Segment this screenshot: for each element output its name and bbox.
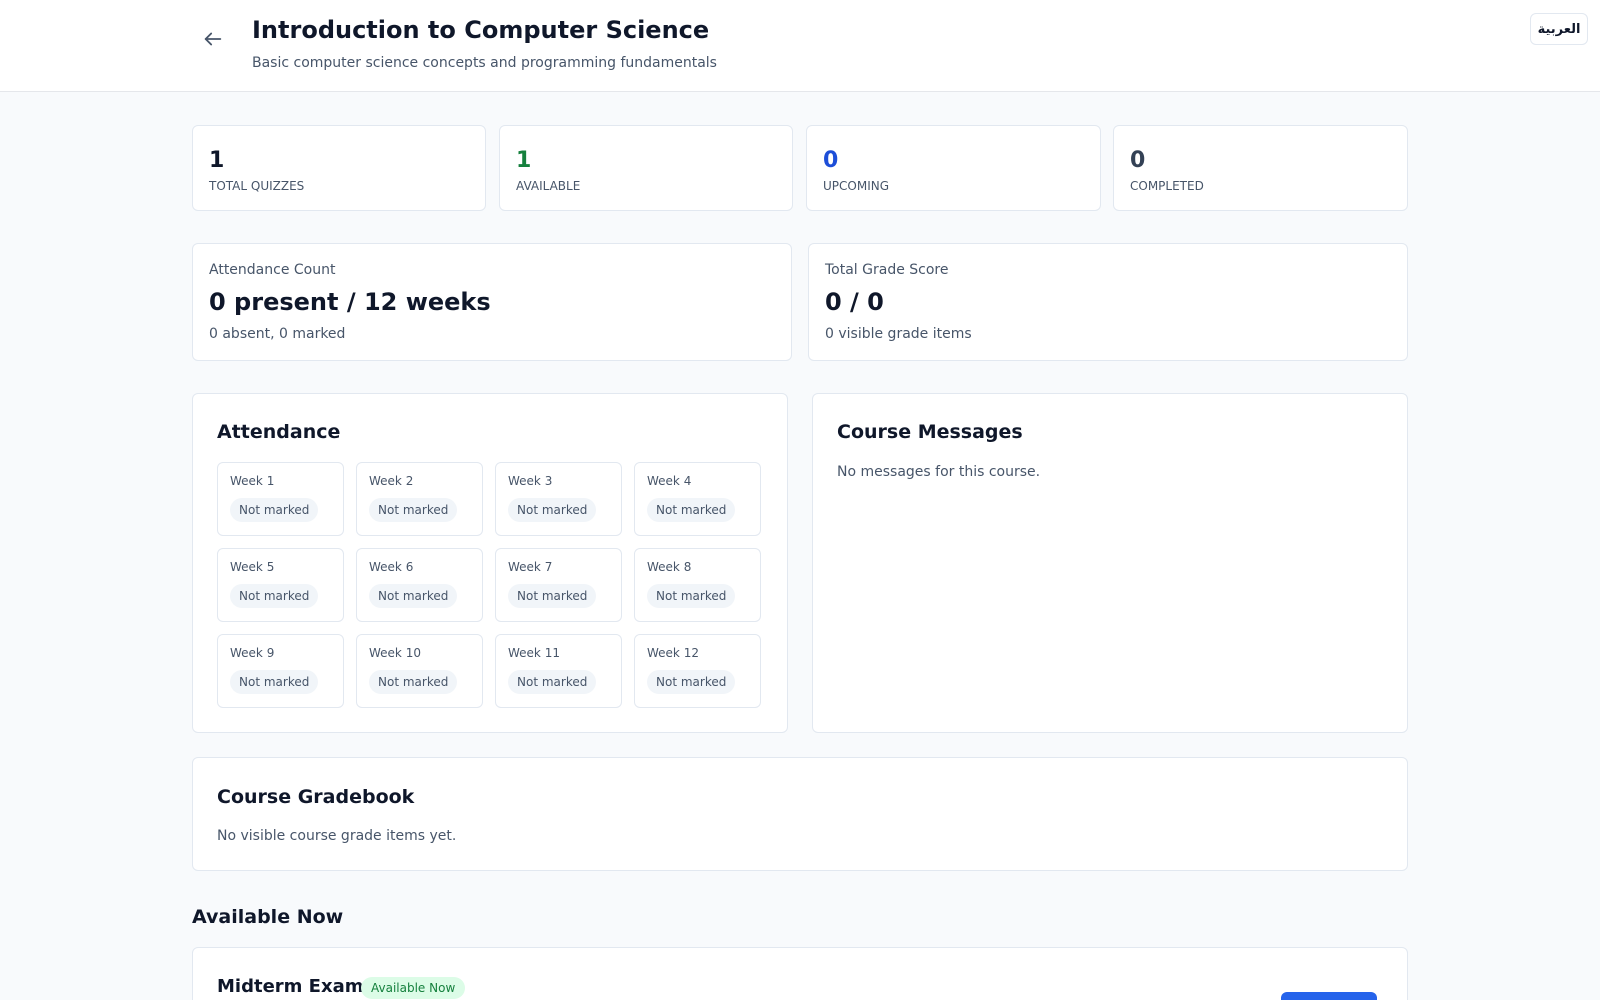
attendance-count-detail: 0 absent, 0 marked: [209, 326, 346, 342]
week-cell: Week 9 Not marked: [217, 634, 344, 708]
stat-value: 1: [209, 148, 225, 173]
week-cell: Week 3 Not marked: [495, 462, 622, 536]
week-cell: Week 5 Not marked: [217, 548, 344, 622]
week-label: Week 7: [508, 560, 553, 574]
week-status-badge: Not marked: [647, 584, 736, 608]
week-status-badge: Not marked: [369, 584, 458, 608]
language-toggle-button[interactable]: العربية: [1530, 13, 1588, 45]
week-cell: Week 8 Not marked: [634, 548, 761, 622]
week-label: Week 3: [508, 474, 553, 488]
total-grade-label: Total Grade Score: [825, 262, 949, 278]
course-gradebook-title: Course Gradebook: [217, 786, 415, 808]
week-status-badge: Not marked: [508, 584, 597, 608]
week-status-badge: Not marked: [369, 670, 458, 694]
week-label: Week 11: [508, 646, 560, 660]
week-status-badge: Not marked: [647, 498, 736, 522]
stat-card-total-quizzes: 1 TOTAL QUIZZES: [192, 125, 486, 211]
week-label: Week 1: [230, 474, 275, 488]
stat-label: AVAILABLE: [516, 179, 581, 193]
week-cell: Week 11 Not marked: [495, 634, 622, 708]
total-grade-detail: 0 visible grade items: [825, 326, 972, 342]
week-label: Week 9: [230, 646, 275, 660]
stat-value: 0: [1130, 148, 1146, 173]
stat-card-upcoming: 0 UPCOMING: [806, 125, 1101, 211]
total-grade-card: Total Grade Score 0 / 0 0 visible grade …: [808, 243, 1408, 361]
week-cell: Week 7 Not marked: [495, 548, 622, 622]
course-gradebook-panel: Course Gradebook No visible course grade…: [192, 757, 1408, 871]
week-cell: Week 4 Not marked: [634, 462, 761, 536]
page-subtitle: Basic computer science concepts and prog…: [252, 55, 717, 71]
available-now-heading: Available Now: [192, 906, 344, 928]
week-label: Week 2: [369, 474, 414, 488]
week-status-badge: Not marked: [230, 498, 319, 522]
course-messages-empty: No messages for this course.: [837, 464, 1041, 480]
quiz-status-badge: Available Now: [361, 977, 466, 999]
back-button[interactable]: [198, 24, 228, 54]
week-status-badge: Not marked: [508, 670, 597, 694]
week-label: Week 5: [230, 560, 275, 574]
week-cell: Week 1 Not marked: [217, 462, 344, 536]
stat-card-completed: 0 COMPLETED: [1113, 125, 1408, 211]
quiz-title: Midterm Exam: [217, 976, 364, 997]
stat-value: 1: [516, 148, 532, 173]
attendance-week-grid: Week 1 Not marked Week 2 Not marked Week 3…: [217, 462, 763, 708]
course-gradebook-empty: No visible course grade items yet.: [217, 828, 457, 844]
week-label: Week 6: [369, 560, 414, 574]
course-messages-title: Course Messages: [837, 421, 1023, 443]
arrow-left-icon: [204, 32, 222, 46]
attendance-count-card: Attendance Count 0 present / 12 weeks 0 …: [192, 243, 792, 361]
week-status-badge: Not marked: [647, 670, 736, 694]
page-header: Introduction to Computer Science Basic c…: [0, 0, 1600, 92]
week-status-badge: Not marked: [230, 670, 319, 694]
quiz-start-button[interactable]: [1281, 992, 1377, 1000]
page-title: Introduction to Computer Science: [252, 16, 710, 44]
week-cell: Week 2 Not marked: [356, 462, 483, 536]
week-status-badge: Not marked: [508, 498, 597, 522]
course-messages-panel: Course Messages No messages for this cou…: [812, 393, 1408, 733]
attendance-panel: Attendance Week 1 Not marked Week 2 Not ma…: [192, 393, 788, 733]
attendance-count-value: 0 present / 12 weeks: [209, 288, 491, 316]
week-label: Week 10: [369, 646, 421, 660]
week-label: Week 4: [647, 474, 692, 488]
week-label: Week 8: [647, 560, 692, 574]
stat-label: UPCOMING: [823, 179, 890, 193]
total-grade-value: 0 / 0: [825, 288, 884, 316]
stat-value: 0: [823, 148, 839, 173]
stat-label: TOTAL QUIZZES: [209, 179, 305, 193]
stat-card-available: 1 AVAILABLE: [499, 125, 793, 211]
quiz-card: Midterm Exam Available Now: [192, 947, 1408, 1000]
attendance-title: Attendance: [217, 421, 341, 443]
week-cell: Week 10 Not marked: [356, 634, 483, 708]
week-cell: Week 12 Not marked: [634, 634, 761, 708]
attendance-count-label: Attendance Count: [209, 262, 336, 278]
stat-label: COMPLETED: [1130, 179, 1204, 193]
week-label: Week 12: [647, 646, 699, 660]
week-status-badge: Not marked: [369, 498, 458, 522]
week-status-badge: Not marked: [230, 584, 319, 608]
week-cell: Week 6 Not marked: [356, 548, 483, 622]
